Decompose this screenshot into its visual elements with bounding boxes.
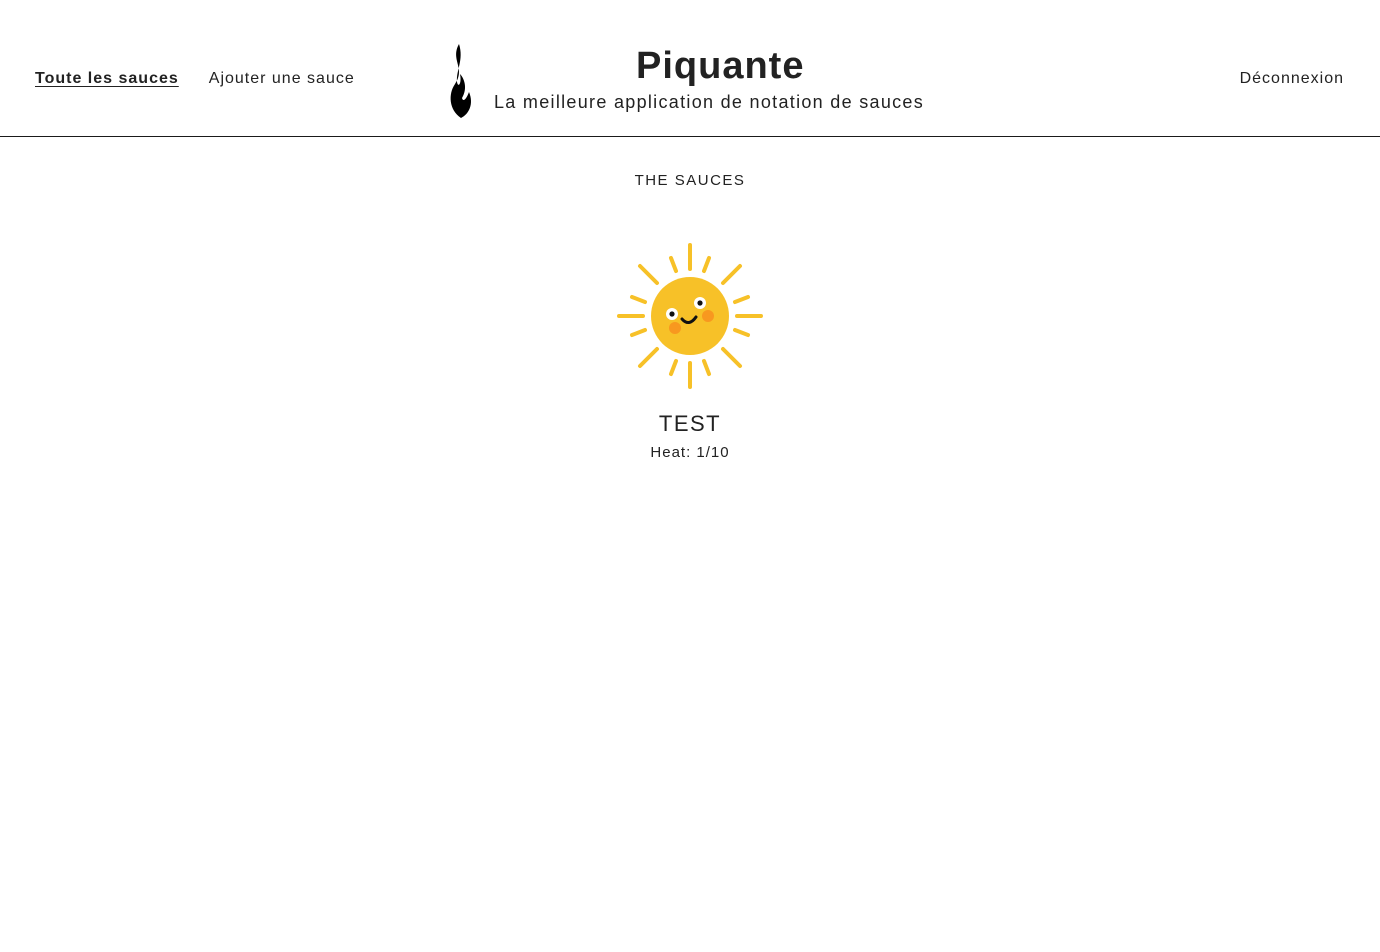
nav-add-sauce-link[interactable]: Ajouter une sauce xyxy=(209,70,355,88)
main-nav: Toute les sauces Ajouter une sauce xyxy=(35,70,355,88)
logout-link[interactable]: Déconnexion xyxy=(1240,70,1344,88)
brand: Piquante La meilleure application de not… xyxy=(446,42,946,122)
main-content: THE SAUCES TEST Heat: 1/10 xyxy=(0,137,1380,951)
nav-all-sauces-link[interactable]: Toute les sauces xyxy=(35,70,179,88)
brand-title: Piquante xyxy=(636,45,805,87)
site-header: Toute les sauces Ajouter une sauce Piqua… xyxy=(0,0,1380,137)
flame-icon xyxy=(450,44,472,118)
sauce-card[interactable]: TEST Heat: 1/10 xyxy=(590,237,790,477)
sauce-heat: Heat: 1/10 xyxy=(650,444,730,461)
sauce-name: TEST xyxy=(658,411,722,436)
brand-subtitle: La meilleure application de notation de … xyxy=(494,92,925,112)
sun-icon xyxy=(617,243,763,389)
section-title: THE SAUCES xyxy=(634,172,746,189)
